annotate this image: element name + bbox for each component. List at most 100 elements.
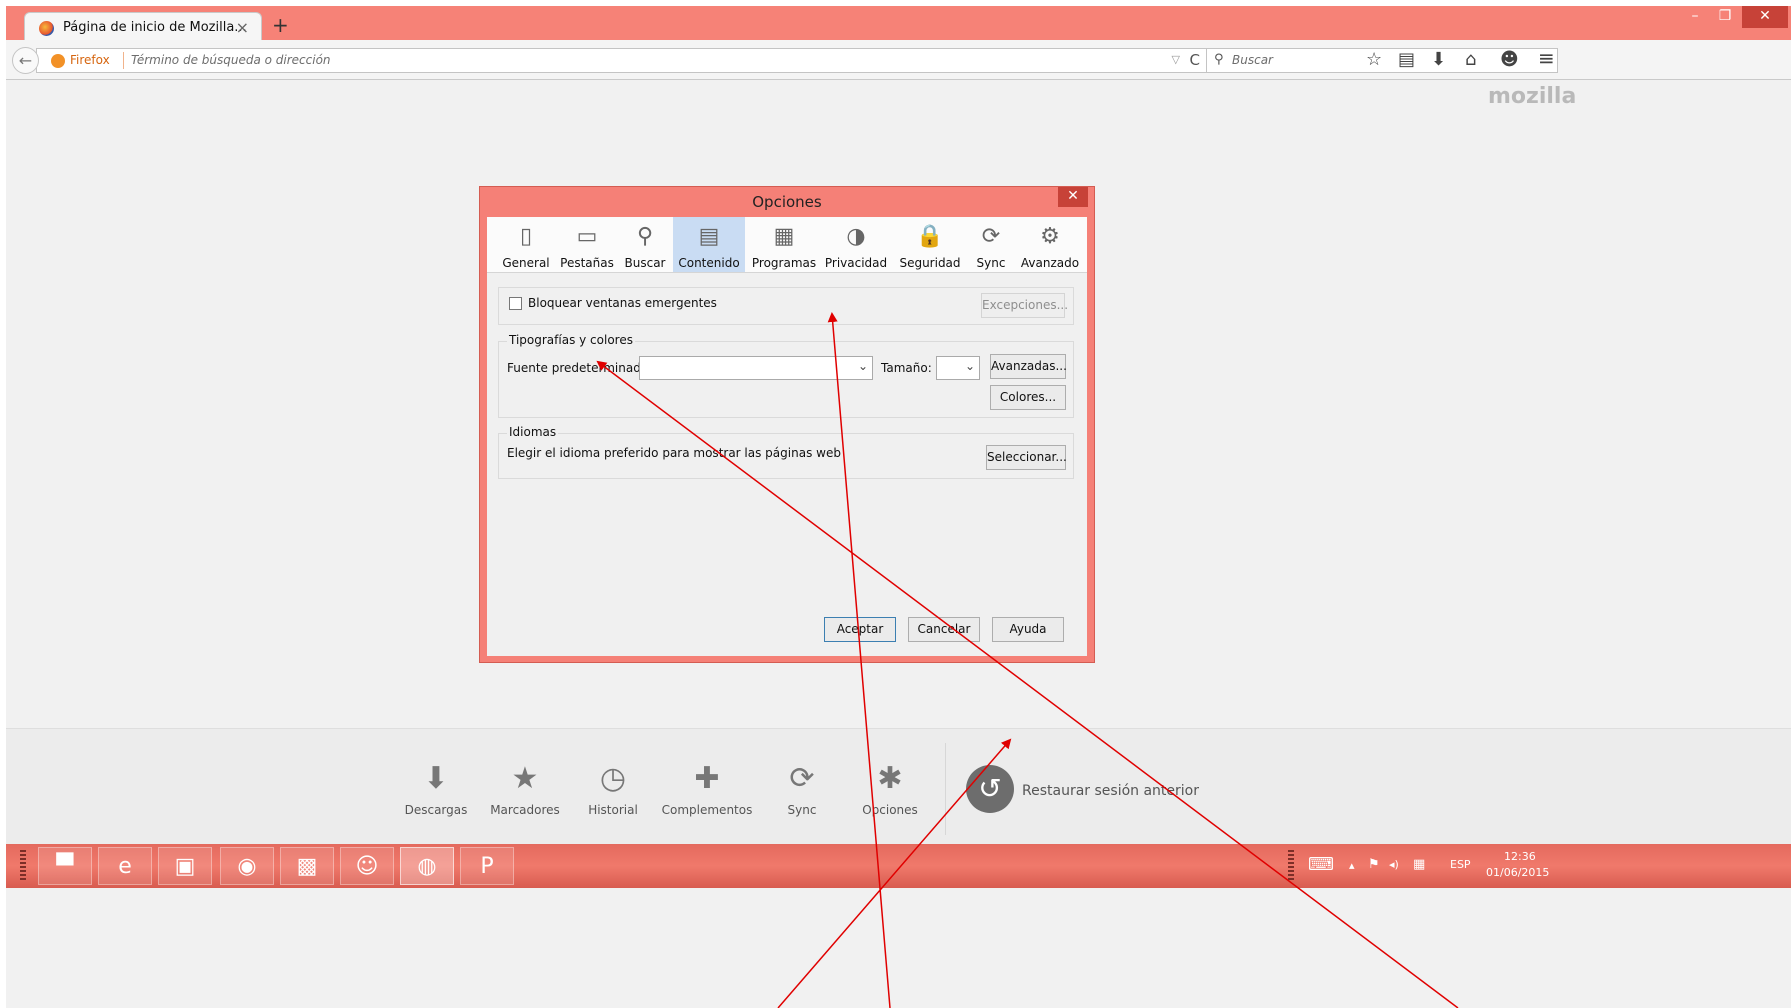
launcher-label: Complementos: [661, 803, 753, 817]
people-icon[interactable]: ☺: [340, 847, 394, 885]
url-input[interactable]: Término de búsqueda o dirección: [131, 53, 331, 67]
tab-label: Pestañas: [560, 256, 614, 270]
volume-icon[interactable]: ◂): [1389, 858, 1399, 871]
tab-home[interactable]: Página de inicio de Mozilla... ×: [24, 12, 262, 42]
exceptions-button[interactable]: Excepciones...: [981, 293, 1068, 318]
block-popups-checkbox[interactable]: [509, 297, 522, 310]
content-icon: ▤: [698, 224, 720, 249]
url-history-dropdown-icon[interactable]: ▽: [1172, 53, 1180, 66]
tabs-icon: ▭: [576, 224, 598, 249]
search-input[interactable]: Buscar: [1232, 53, 1273, 67]
tab-security[interactable]: 🔒 Seguridad: [897, 217, 963, 272]
launcher-sync[interactable]: ⟳ Sync: [752, 759, 852, 817]
tab-privacy[interactable]: ◑ Privacidad: [823, 217, 889, 272]
chevron-down-icon: ⌄: [857, 359, 868, 373]
tab-label: Programas: [751, 256, 817, 270]
dialog-body: ▯ General ▭ Pestañas ⚲ Buscar ▤ Contenid…: [487, 217, 1087, 656]
tab-close-icon[interactable]: ×: [236, 18, 249, 37]
tab-advanced[interactable]: ⚙ Avanzado: [1017, 217, 1083, 272]
tab-label: Contenido: [678, 256, 740, 270]
privacy-mask-icon: ◑: [846, 224, 866, 249]
keyboard-icon[interactable]: ⌨: [1308, 854, 1334, 875]
launcher-downloads[interactable]: ⬇ Descargas: [386, 759, 486, 817]
restore-session-link[interactable]: Restaurar sesión anterior: [1022, 783, 1199, 799]
default-font-label: Fuente predeterminada:: [507, 361, 653, 375]
downloads-icon: ⬇: [423, 761, 449, 796]
reload-icon[interactable]: C: [1190, 51, 1200, 69]
launcher-addons[interactable]: ✚ Complementos: [657, 759, 757, 817]
applications-icon: ▦: [773, 224, 795, 249]
reading-list-icon[interactable]: ▤: [1398, 49, 1415, 70]
minimize-button[interactable]: –: [1682, 6, 1708, 28]
tab-title: Página de inicio de Mozilla...: [63, 20, 247, 35]
tab-label: Sync: [976, 256, 1006, 270]
chrome-icon[interactable]: ◉: [220, 847, 274, 885]
preferences-tabs: ▯ General ▭ Pestañas ⚲ Buscar ▤ Contenid…: [487, 217, 1087, 273]
maximize-button[interactable]: ❐: [1712, 6, 1738, 28]
clock-time[interactable]: 12:36: [1504, 850, 1536, 863]
identity-separator: [123, 52, 124, 69]
tab-content[interactable]: ▤ Contenido: [673, 217, 745, 272]
launcher-bar: ⬇ Descargas ★ Marcadores ◷ Historial ✚ C…: [6, 728, 1791, 844]
identity-label[interactable]: Firefox: [70, 53, 110, 67]
launcher-label: Opciones: [862, 803, 918, 817]
tab-label: Privacidad: [824, 256, 888, 270]
firefox-favicon-icon: [39, 21, 54, 36]
network-icon[interactable]: ▦: [1413, 857, 1425, 872]
back-button[interactable]: ←: [12, 47, 39, 74]
hello-chat-icon[interactable]: ☻: [1500, 49, 1519, 70]
general-icon: ▯: [519, 224, 533, 249]
launcher-options[interactable]: ✱ Opciones: [840, 759, 940, 817]
advanced-fonts-button[interactable]: Avanzadas...: [990, 354, 1067, 379]
tab-sync[interactable]: ⟳ Sync: [971, 217, 1011, 272]
launcher-label: Historial: [588, 803, 638, 817]
fonts-colors-legend: Tipografías y colores: [507, 333, 635, 347]
firefox-taskbar-icon[interactable]: ◍: [400, 847, 454, 885]
clock-date[interactable]: 01/06/2015: [1486, 866, 1549, 879]
powerpoint-icon[interactable]: P: [460, 847, 514, 885]
url-bar[interactable]: Firefox Término de búsqueda o dirección …: [36, 48, 1209, 73]
font-size-select[interactable]: ⌄: [936, 356, 980, 380]
launcher-label: Descargas: [404, 803, 468, 817]
internet-explorer-icon[interactable]: e: [98, 847, 152, 885]
restore-session-icon[interactable]: ↺: [966, 765, 1014, 813]
lock-icon: 🔒: [916, 224, 944, 249]
remote-desktop-icon[interactable]: ▩: [280, 847, 334, 885]
block-popups-label[interactable]: Bloquear ventanas emergentes: [528, 296, 717, 310]
tab-applications[interactable]: ▦ Programas: [751, 217, 817, 272]
downloads-icon[interactable]: ⬇: [1431, 49, 1446, 70]
tab-search[interactable]: ⚲ Buscar: [623, 217, 667, 272]
media-player-icon[interactable]: ▣: [158, 847, 212, 885]
action-center-flag-icon[interactable]: ⚑: [1368, 857, 1380, 872]
home-icon[interactable]: ⌂: [1465, 49, 1476, 70]
show-hidden-icons-icon[interactable]: ▴: [1349, 859, 1355, 872]
search-magnifier-icon: ⚲: [636, 224, 654, 249]
tray-grip: [1288, 850, 1294, 882]
launcher-history[interactable]: ◷ Historial: [563, 759, 663, 817]
font-size-label: Tamaño:: [881, 361, 932, 375]
tab-label: Avanzado: [1020, 256, 1080, 270]
menu-icon[interactable]: ≡: [1538, 46, 1555, 70]
bookmark-star-icon[interactable]: ☆: [1366, 49, 1382, 70]
cancel-button[interactable]: Cancelar: [908, 617, 980, 642]
sync-icon: ⟳: [981, 224, 1001, 249]
tab-general[interactable]: ▯ General: [501, 217, 551, 272]
window-close-button[interactable]: ✕: [1742, 6, 1788, 28]
choose-languages-button[interactable]: Seleccionar...: [986, 445, 1067, 470]
tab-label: General: [502, 256, 550, 270]
ok-button[interactable]: Aceptar: [824, 617, 896, 642]
default-font-select[interactable]: ⌄: [639, 356, 873, 380]
help-button[interactable]: Ayuda: [992, 617, 1064, 642]
new-tab-button[interactable]: +: [272, 13, 289, 37]
fonts-colors-group: Tipografías y colores Fuente predetermin…: [498, 333, 1074, 418]
launcher-label: Sync: [787, 803, 817, 817]
screen: Página de inicio de Mozilla... × + – ❐ ✕…: [0, 0, 1791, 1008]
tab-label: Seguridad: [899, 256, 961, 270]
dialog-close-button[interactable]: ✕: [1058, 187, 1088, 207]
tab-tabs[interactable]: ▭ Pestañas: [557, 217, 617, 272]
explorer-icon[interactable]: ▀: [38, 847, 92, 885]
clock-icon: ◷: [599, 761, 627, 796]
launcher-bookmarks[interactable]: ★ Marcadores: [475, 759, 575, 817]
input-language[interactable]: ESP: [1450, 858, 1471, 871]
colors-button[interactable]: Colores...: [990, 385, 1066, 410]
